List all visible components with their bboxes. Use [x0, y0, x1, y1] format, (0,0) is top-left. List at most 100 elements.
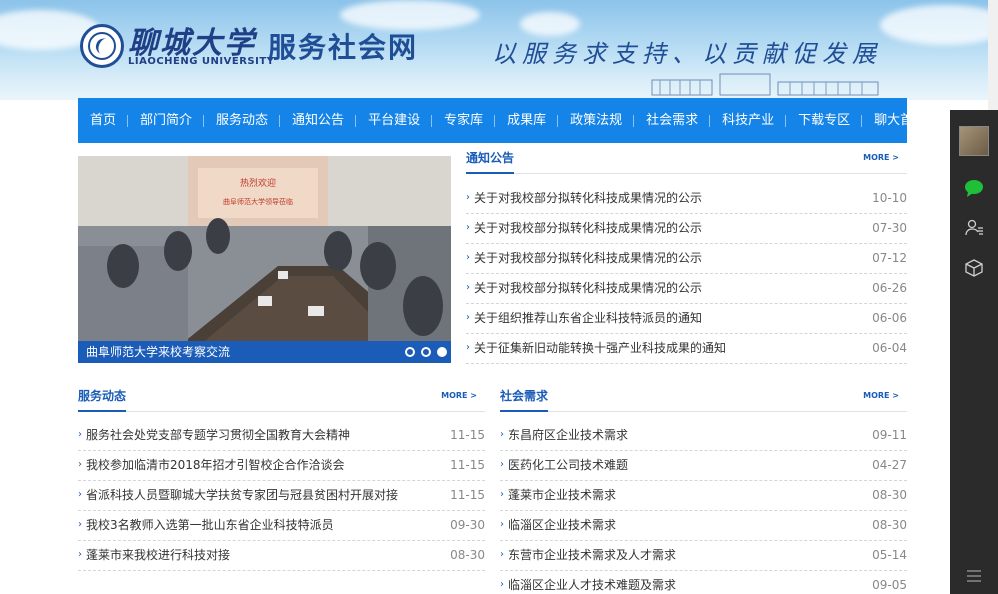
news-header: 服务动态 MORE > — [78, 388, 485, 412]
demands-list: 东昌府区企业技术需求 09-11 医药化工公司技术难题 04-27 蓬莱市企业技术需… — [500, 421, 907, 594]
item-date: 06-06 — [872, 311, 907, 325]
list-item[interactable]: 服务社会处党支部专题学习贯彻全国教育大会精神 11-15 — [78, 421, 485, 451]
nav-item-home[interactable]: 首页 — [78, 98, 129, 143]
list-item[interactable]: 我校参加临清市2018年招才引智校企合作洽谈会 11-15 — [78, 451, 485, 481]
item-title[interactable]: 临淄区企业人才技术难题及需求 — [500, 571, 676, 594]
slider-dots — [405, 347, 447, 357]
item-date: 09-05 — [872, 578, 907, 592]
nav-item-experts[interactable]: 专家库 — [432, 98, 496, 143]
demands-more-link[interactable]: MORE > — [863, 391, 899, 400]
item-title[interactable]: 蓬莱市企业技术需求 — [500, 481, 616, 510]
item-title[interactable]: 关于对我校部分拟转化科技成果情况的公示 — [466, 274, 702, 303]
welcome-text: 热烈欢迎 — [240, 177, 276, 189]
welcome-subtext: 曲阜师范大学领导莅临 — [223, 197, 293, 206]
meeting-photo: 热烈欢迎 曲阜师范大学领导莅临 — [78, 156, 451, 363]
list-item[interactable]: 东昌府区企业技术需求 09-11 — [500, 421, 907, 451]
item-date: 09-11 — [872, 428, 907, 442]
item-date: 11-15 — [450, 458, 485, 472]
nav-item-platform[interactable]: 平台建设 — [356, 98, 433, 143]
notices-more-link[interactable]: MORE > — [863, 153, 899, 162]
item-date: 08-30 — [450, 548, 485, 562]
nav-item-university-home[interactable]: 聊大首页 — [862, 98, 938, 143]
nav-item-news[interactable]: 服务动态 — [204, 98, 281, 143]
cube-icon[interactable] — [964, 258, 984, 278]
list-item[interactable]: 临淄区企业人才技术难题及需求 09-05 — [500, 571, 907, 594]
item-title[interactable]: 关于对我校部分拟转化科技成果情况的公示 — [466, 184, 702, 213]
list-item[interactable]: 关于对我校部分拟转化科技成果情况的公示 07-30 — [466, 214, 907, 244]
news-more-link[interactable]: MORE > — [441, 391, 477, 400]
list-item[interactable]: 关于对我校部分拟转化科技成果情况的公示 07-12 — [466, 244, 907, 274]
list-item[interactable]: 我校3名教师入选第一批山东省企业科技特派员 09-30 — [78, 511, 485, 541]
item-title[interactable]: 医药化工公司技术难题 — [500, 451, 628, 480]
list-item[interactable]: 关于征集新旧动能转换十强产业科技成果的通知 06-04 — [466, 334, 907, 364]
photo-slider[interactable]: 热烈欢迎 曲阜师范大学领导莅临 曲阜师范大学来校考察交流 — [78, 156, 451, 363]
avatar[interactable] — [959, 126, 989, 156]
list-item[interactable]: 蓬莱市企业技术需求 08-30 — [500, 481, 907, 511]
list-item[interactable]: 关于组织推荐山东省企业科技特派员的通知 06-06 — [466, 304, 907, 334]
cloud-decoration — [880, 5, 998, 45]
demands-panel: 社会需求 MORE > 东昌府区企业技术需求 09-11 医药化工公司技术难题 04… — [500, 388, 907, 594]
nav-item-demands[interactable]: 社会需求 — [634, 98, 711, 143]
nav-item-downloads[interactable]: 下载专区 — [786, 98, 863, 143]
notices-panel: 通知公告 MORE > 关于对我校部分拟转化科技成果情况的公示 10-10 关于对… — [466, 150, 907, 364]
item-date: 06-04 — [872, 341, 907, 355]
demands-header: 社会需求 MORE > — [500, 388, 907, 412]
item-title[interactable]: 服务社会处党支部专题学习贯彻全国教育大会精神 — [78, 421, 350, 450]
item-title[interactable]: 临淄区企业技术需求 — [500, 511, 616, 540]
notices-header: 通知公告 MORE > — [466, 150, 907, 174]
slider-dot-1[interactable] — [405, 347, 415, 357]
slider-dot-2[interactable] — [421, 347, 431, 357]
nav-item-industry[interactable]: 科技产业 — [710, 98, 787, 143]
slogan: 以服务求支持、以贡献促发展 — [492, 40, 882, 68]
list-item[interactable]: 省派科技人员暨聊城大学扶贫专家团与冠县贫困村开展对接 11-15 — [78, 481, 485, 511]
nav-item-about[interactable]: 部门简介 — [128, 98, 205, 143]
list-item[interactable]: 关于对我校部分拟转化科技成果情况的公示 10-10 — [466, 184, 907, 214]
slider-dot-3[interactable] — [437, 347, 447, 357]
notices-list: 关于对我校部分拟转化科技成果情况的公示 10-10 关于对我校部分拟转化科技成果情… — [466, 184, 907, 364]
item-date: 04-27 — [872, 458, 907, 472]
item-date: 07-30 — [872, 221, 907, 235]
list-item[interactable]: 关于对我校部分拟转化科技成果情况的公示 06-26 — [466, 274, 907, 304]
item-title[interactable]: 东昌府区企业技术需求 — [500, 421, 628, 450]
site-name: 服务社会网 — [268, 31, 419, 64]
slider-caption[interactable]: 曲阜师范大学来校考察交流 — [78, 341, 451, 363]
item-date: 09-30 — [450, 518, 485, 532]
item-date: 08-30 — [872, 518, 907, 532]
item-title[interactable]: 关于对我校部分拟转化科技成果情况的公示 — [466, 214, 702, 243]
item-date: 08-30 — [872, 488, 907, 502]
demands-title[interactable]: 社会需求 — [500, 388, 549, 412]
chat-icon[interactable] — [964, 178, 984, 198]
list-item[interactable]: 医药化工公司技术难题 04-27 — [500, 451, 907, 481]
item-date: 05-14 — [872, 548, 907, 562]
item-title[interactable]: 省派科技人员暨聊城大学扶贫专家团与冠县贫困村开展对接 — [78, 481, 398, 510]
university-logo[interactable] — [80, 24, 124, 68]
list-item[interactable]: 临淄区企业技术需求 08-30 — [500, 511, 907, 541]
main-nav: 首页 部门简介 服务动态 通知公告 平台建设 专家库 成果库 政策法规 社会需求… — [78, 98, 926, 143]
item-title[interactable]: 东营市企业技术需求及人才需求 — [500, 541, 676, 570]
item-title[interactable]: 我校3名教师入选第一批山东省企业科技特派员 — [78, 511, 334, 540]
nav-item-notices[interactable]: 通知公告 — [280, 98, 357, 143]
list-item[interactable]: 蓬莱市来我校进行科技对接 08-30 — [78, 541, 485, 571]
item-title[interactable]: 我校参加临清市2018年招才引智校企合作洽谈会 — [78, 451, 345, 480]
item-title[interactable]: 关于征集新旧动能转换十强产业科技成果的通知 — [466, 334, 726, 363]
item-title[interactable]: 关于对我校部分拟转化科技成果情况的公示 — [466, 244, 702, 273]
nav-item-achievements[interactable]: 成果库 — [495, 98, 559, 143]
header-banner: 聊城大学 LIAOCHENG UNIVERSITY 服务社会网 以服务求支持、以… — [0, 0, 998, 100]
floating-sidebar — [950, 110, 998, 594]
item-title[interactable]: 关于组织推荐山东省企业科技特派员的通知 — [466, 304, 702, 333]
user-list-icon[interactable] — [964, 218, 984, 238]
menu-icon[interactable] — [964, 566, 984, 586]
cloud-decoration — [520, 12, 580, 36]
university-name-en: LIAOCHENG UNIVERSITY — [128, 56, 275, 67]
item-date: 11-15 — [450, 488, 485, 502]
news-panel: 服务动态 MORE > 服务社会处党支部专题学习贯彻全国教育大会精神 11-15 … — [78, 388, 485, 571]
item-date: 11-15 — [450, 428, 485, 442]
list-item[interactable]: 东营市企业技术需求及人才需求 05-14 — [500, 541, 907, 571]
news-title[interactable]: 服务动态 — [78, 388, 127, 412]
item-title[interactable]: 蓬莱市来我校进行科技对接 — [78, 541, 230, 570]
notices-title[interactable]: 通知公告 — [466, 150, 515, 174]
nav-item-policies[interactable]: 政策法规 — [558, 98, 635, 143]
item-date: 10-10 — [872, 191, 907, 205]
item-date: 06-26 — [872, 281, 907, 295]
scrollbar[interactable] — [988, 0, 998, 110]
